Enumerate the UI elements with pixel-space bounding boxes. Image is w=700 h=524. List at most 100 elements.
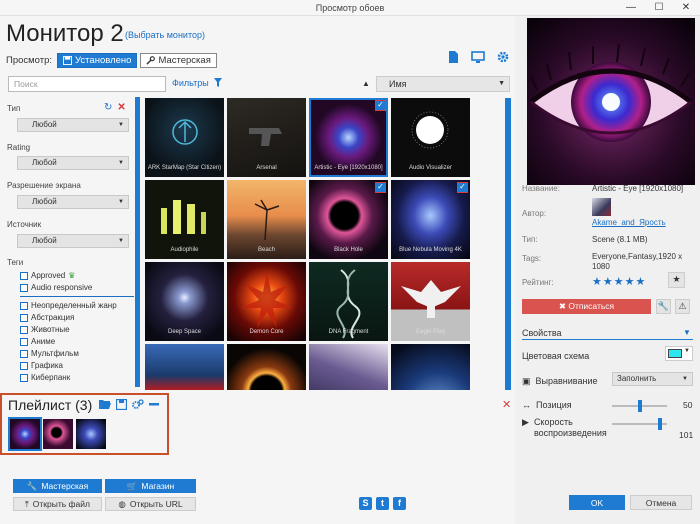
steam-icon[interactable]: S: [359, 497, 372, 510]
warning-button[interactable]: ⚠: [675, 299, 690, 314]
type-value: Любой: [32, 120, 57, 129]
shop-button[interactable]: 🛒 Магазин: [105, 479, 196, 493]
playlist-item[interactable]: [8, 417, 42, 451]
checkbox-label: Мультфильм: [31, 349, 79, 358]
type-value: Scene (8.1 MB): [592, 235, 648, 244]
twitter-icon[interactable]: t: [376, 497, 389, 510]
open-url-button[interactable]: ◍ Открыть URL: [105, 497, 196, 511]
wrench-icon: [146, 55, 156, 65]
filter-tools: ↻ ✕: [104, 102, 126, 113]
checkbox-tag[interactable]: Абстракция: [20, 313, 74, 322]
tile-caption: Artistic - Eye [1920x1080]: [314, 165, 383, 171]
wallpaper-tile[interactable]: ✓ Artistic - Eye [1920x1080]: [309, 98, 388, 177]
wrench-button[interactable]: 🔧: [656, 299, 671, 314]
slider-knob[interactable]: [638, 400, 642, 412]
unsubscribe-button[interactable]: ✖ Отписаться: [522, 299, 651, 314]
type-select[interactable]: Любой ▼: [17, 118, 129, 132]
tab-workshop[interactable]: Мастерская: [140, 52, 217, 68]
ok-button[interactable]: OK: [569, 495, 625, 510]
checkbox-audio-responsive[interactable]: Audio responsive: [20, 283, 92, 292]
wallpaper-tile[interactable]: DNA Fragment: [309, 262, 388, 341]
document-icon[interactable]: [446, 50, 460, 64]
checked-icon[interactable]: ✓: [375, 182, 386, 193]
properties-heading[interactable]: Свойства: [522, 328, 562, 338]
position-slider[interactable]: [612, 400, 667, 412]
close-window-button[interactable]: ✕: [672, 0, 700, 16]
grid-scrollbar[interactable]: [505, 98, 511, 390]
chevron-down-icon[interactable]: ▼: [683, 328, 691, 337]
checkbox-tag[interactable]: Графика: [20, 361, 63, 370]
checkbox-tag[interactable]: Аниме: [20, 337, 55, 346]
workshop-button[interactable]: 🔧 Мастерская: [13, 479, 102, 493]
playlist-item[interactable]: [43, 419, 73, 449]
wallpaper-tile[interactable]: [391, 344, 470, 390]
scroll-thumb[interactable]: [505, 98, 511, 390]
author-label: Автор:: [522, 209, 547, 218]
checked-icon[interactable]: ✓: [375, 100, 386, 111]
close-playlist-icon[interactable]: ✕: [502, 398, 511, 411]
checkbox-tag[interactable]: Киберпанк: [20, 373, 70, 382]
wallpaper-grid: ARK StarMap (Star Citizen) Arsenal ✓ Arti…: [145, 98, 503, 390]
maximize-button[interactable]: ☐: [645, 0, 673, 16]
gear-icon[interactable]: [496, 50, 510, 64]
facebook-icon[interactable]: f: [393, 497, 406, 510]
folder-open-icon[interactable]: [99, 399, 111, 410]
wallpaper-tile[interactable]: [309, 344, 388, 390]
resolution-select[interactable]: Любой ▼: [17, 195, 129, 209]
wallpaper-tile[interactable]: Audiophile: [145, 180, 224, 259]
wallpaper-tile[interactable]: [145, 344, 224, 390]
checkbox-box: [20, 283, 28, 292]
checked-icon[interactable]: ✓: [457, 182, 468, 193]
refresh-icon[interactable]: ↻: [104, 102, 112, 113]
playlist-panel: Плейлист (3): [0, 393, 169, 455]
source-select[interactable]: Любой ▼: [17, 234, 129, 248]
checkbox-tag[interactable]: Неопределенный жанр: [20, 301, 117, 310]
wallpaper-tile[interactable]: ✓ Blue Nebula Moving 4K: [391, 180, 470, 259]
wrench-icon: 🔧: [26, 480, 38, 491]
wallpaper-tile[interactable]: ✓ Black Hole: [309, 180, 388, 259]
slider-knob[interactable]: [658, 418, 662, 430]
rating-value: Любой: [32, 158, 57, 167]
filter-scrollbar[interactable]: [135, 97, 140, 387]
playlist-item[interactable]: [76, 419, 106, 449]
speed-slider[interactable]: [612, 418, 667, 430]
wallpaper-tile[interactable]: [227, 344, 306, 390]
rating-select[interactable]: Любой ▼: [17, 156, 129, 170]
minimize-button[interactable]: —: [617, 0, 645, 16]
sort-select[interactable]: Имя ▼: [376, 76, 510, 92]
checkbox-tag[interactable]: Животные: [20, 325, 70, 334]
speed-value: 101: [679, 430, 694, 440]
wallpaper-tile[interactable]: Deep Space: [145, 262, 224, 341]
type-label: Тип:: [522, 235, 538, 244]
checkbox-tag[interactable]: Мультфильм: [20, 349, 79, 358]
author-link[interactable]: Akame_and_Ярость: [592, 218, 666, 227]
color-scheme-picker[interactable]: ▼: [665, 346, 693, 361]
tab-installed[interactable]: Установлено: [57, 52, 138, 68]
star-favorite-button[interactable]: ★: [668, 272, 685, 288]
monitor-icon[interactable]: [471, 50, 485, 64]
wallpaper-tile[interactable]: Beach: [227, 180, 306, 259]
wallpaper-tile[interactable]: Audio Visualizer: [391, 98, 470, 177]
filters-toggle[interactable]: Фильтры: [172, 78, 222, 88]
globe-icon: ◍: [118, 498, 126, 509]
clear-filters-icon[interactable]: ✕: [117, 102, 125, 113]
alignment-select[interactable]: Заполнить ▼: [612, 372, 693, 386]
wallpaper-tile[interactable]: Arsenal: [227, 98, 306, 177]
wallpaper-tile[interactable]: Eagle Flag: [391, 262, 470, 341]
choose-monitor-link[interactable]: (Выбрать монитор): [125, 30, 205, 40]
open-file-label: Открыть файл: [32, 499, 90, 509]
search-input[interactable]: Поиск: [8, 76, 166, 92]
wallpaper-tile[interactable]: ARK StarMap (Star Citizen): [145, 98, 224, 177]
gears-icon[interactable]: [132, 399, 144, 410]
open-file-button[interactable]: ⤒ Открыть файл: [13, 497, 102, 511]
wallpaper-tile[interactable]: Demon Core: [227, 262, 306, 341]
checkbox-approved[interactable]: Approved ♛: [20, 271, 75, 280]
checkbox-box: [20, 313, 28, 322]
save-icon[interactable]: [116, 399, 127, 410]
sort-direction-icon[interactable]: ▲: [362, 79, 370, 88]
avatar[interactable]: [592, 198, 611, 216]
minus-icon[interactable]: [149, 399, 159, 410]
tile-caption: DNA Fragment: [328, 329, 369, 335]
speed-label: Скорость воспроизведения: [533, 417, 607, 438]
cancel-button[interactable]: Отмена: [630, 495, 692, 510]
